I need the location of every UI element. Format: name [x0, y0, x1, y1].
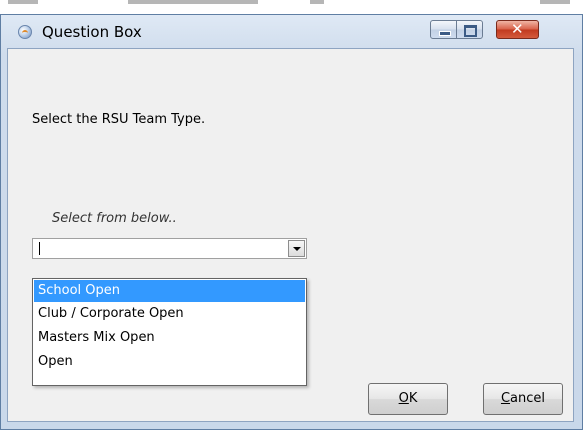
dropdown-option[interactable]: Open	[34, 351, 305, 373]
dropdown-option[interactable]: School Open	[34, 280, 305, 302]
background-window-strip	[0, 0, 583, 14]
prompt-text: Select the RSU Team Type.	[32, 112, 206, 127]
minimize-icon	[439, 31, 451, 36]
team-type-dropdown-list: School Open Club / Corporate Open Master…	[32, 278, 307, 386]
ok-button[interactable]: OK	[368, 383, 448, 415]
ok-mnemonic: O	[398, 391, 409, 406]
minimize-button[interactable]	[430, 20, 457, 39]
select-caption: Select from below..	[52, 211, 177, 226]
window-title: Question Box	[42, 23, 142, 41]
cancel-button[interactable]: Cancel	[483, 383, 563, 415]
title-bar[interactable]: Question Box ✕	[1, 15, 582, 48]
team-type-combobox[interactable]	[32, 238, 307, 259]
dialog-client-area: Select the RSU Team Type. Select from be…	[7, 48, 574, 422]
chevron-down-icon	[293, 247, 301, 251]
app-icon[interactable]	[18, 25, 32, 39]
close-icon: ✕	[511, 20, 524, 38]
maximize-icon	[464, 25, 477, 37]
close-button[interactable]: ✕	[496, 20, 539, 39]
background-text-fragment	[128, 0, 258, 4]
cancel-mnemonic: C	[500, 391, 511, 406]
combobox-dropdown-button[interactable]	[288, 240, 305, 257]
text-caret	[39, 242, 40, 255]
background-text-fragment	[8, 0, 38, 4]
maximize-button[interactable]	[456, 20, 483, 39]
dropdown-option[interactable]: Masters Mix Open	[34, 327, 305, 349]
background-text-fragment	[310, 0, 324, 4]
background-text-fragment	[540, 0, 570, 4]
dropdown-option[interactable]: Club / Corporate Open	[34, 303, 305, 325]
question-box-window: Question Box ✕ Select the RSU Team Type.…	[0, 14, 583, 430]
ok-label-rest: K	[408, 391, 418, 406]
cancel-label-rest: ancel	[510, 391, 546, 406]
